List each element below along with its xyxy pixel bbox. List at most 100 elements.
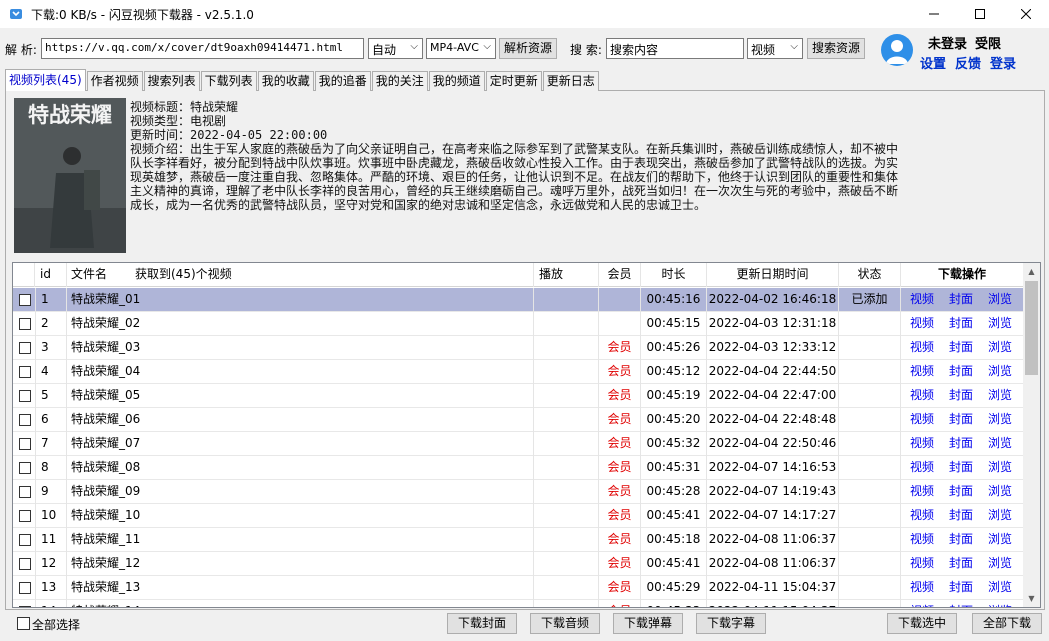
row-cover-link[interactable]: 封面	[949, 408, 973, 431]
tab-search-list[interactable]: 搜索列表	[143, 71, 200, 91]
row-browse-link[interactable]: 浏览	[988, 336, 1012, 359]
row-video-link[interactable]: 视频	[910, 360, 934, 383]
login-link[interactable]: 登录	[990, 53, 1016, 72]
header-play[interactable]: 播放	[534, 263, 599, 287]
row-video-link[interactable]: 视频	[910, 456, 934, 479]
row-play[interactable]	[534, 360, 599, 384]
row-checkbox[interactable]	[19, 534, 31, 546]
row-cover-link[interactable]: 封面	[949, 576, 973, 599]
header-status[interactable]: 状态	[839, 263, 901, 287]
row-video-link[interactable]: 视频	[910, 384, 934, 407]
format-select[interactable]: MP4-AVC ⌵	[426, 38, 496, 59]
row-checkbox[interactable]	[19, 462, 31, 474]
header-id[interactable]: id	[35, 263, 67, 287]
row-checkbox[interactable]	[19, 582, 31, 594]
row-play[interactable]	[534, 432, 599, 456]
row-video-link[interactable]: 视频	[910, 288, 934, 311]
header-filename[interactable]: 文件名 获取到(45)个视频	[67, 263, 534, 287]
row-video-link[interactable]: 视频	[910, 432, 934, 455]
row-browse-link[interactable]: 浏览	[988, 480, 1012, 503]
row-cover-link[interactable]: 封面	[949, 312, 973, 335]
row-play[interactable]	[534, 456, 599, 480]
row-cover-link[interactable]: 封面	[949, 360, 973, 383]
row-video-link[interactable]: 视频	[910, 504, 934, 527]
row-cover-link[interactable]: 封面	[949, 432, 973, 455]
url-input[interactable]: https://v.qq.com/x/cover/dt9oaxh09414471…	[41, 38, 364, 59]
row-checkbox[interactable]	[19, 294, 31, 306]
row-cover-link[interactable]: 封面	[949, 480, 973, 503]
table-row[interactable]: 12 特战荣耀_12 会员 00:45:41 2022-04-08 11:06:37 视频…	[13, 552, 1024, 576]
row-browse-link[interactable]: 浏览	[988, 384, 1012, 407]
scroll-thumb[interactable]	[1025, 281, 1038, 375]
table-row[interactable]: 14特战荣耀_14 会员00:45:332022-04-11 15:04:37 视频…	[13, 600, 1024, 607]
row-video-link[interactable]: 视频	[910, 600, 934, 607]
row-play[interactable]	[534, 312, 599, 336]
row-play[interactable]	[534, 288, 599, 312]
header-updated[interactable]: 更新日期时间	[707, 263, 839, 287]
row-cover-link[interactable]: 封面	[949, 552, 973, 575]
tab-download-list[interactable]: 下载列表	[200, 71, 257, 91]
row-browse-link[interactable]: 浏览	[988, 288, 1012, 311]
download-cover-button[interactable]: 下载封面	[447, 613, 517, 634]
tab-scheduled-update[interactable]: 定时更新	[485, 71, 542, 91]
row-play[interactable]	[534, 504, 599, 528]
header-vip[interactable]: 会员	[599, 263, 641, 287]
download-audio-button[interactable]: 下载音频	[530, 613, 600, 634]
table-row[interactable]: 11 特战荣耀_11 会员 00:45:18 2022-04-08 11:06:37 视频…	[13, 528, 1024, 552]
row-play[interactable]	[534, 384, 599, 408]
maximize-icon[interactable]	[957, 0, 1003, 28]
row-cover-link[interactable]: 封面	[949, 456, 973, 479]
download-danmaku-button[interactable]: 下载弹幕	[613, 613, 683, 634]
row-checkbox[interactable]	[19, 606, 31, 607]
row-checkbox[interactable]	[19, 342, 31, 354]
row-play[interactable]	[534, 600, 599, 607]
table-row[interactable]: 3 特战荣耀_03 会员 00:45:26 2022-04-03 12:33:12 视频封…	[13, 336, 1024, 360]
tab-video-list[interactable]: 视频列表(45)	[5, 69, 86, 91]
download-selected-button[interactable]: 下载选中	[887, 613, 957, 634]
search-type-select[interactable]: 视频 ⌵	[747, 38, 803, 59]
row-browse-link[interactable]: 浏览	[988, 576, 1012, 599]
tab-favorites[interactable]: 我的收藏	[257, 71, 314, 91]
row-cover-link[interactable]: 封面	[949, 288, 973, 311]
parse-button[interactable]: 解析资源	[499, 38, 557, 59]
row-cover-link[interactable]: 封面	[949, 336, 973, 359]
select-all-checkbox[interactable]	[17, 617, 30, 630]
row-cover-link[interactable]: 封面	[949, 384, 973, 407]
row-play[interactable]	[534, 552, 599, 576]
row-video-link[interactable]: 视频	[910, 576, 934, 599]
row-cover-link[interactable]: 封面	[949, 504, 973, 527]
table-row[interactable]: 4 特战荣耀_04 会员 00:45:12 2022-04-04 22:44:50 视频封…	[13, 360, 1024, 384]
search-button[interactable]: 搜索资源	[807, 38, 865, 59]
row-checkbox[interactable]	[19, 486, 31, 498]
search-input[interactable]: 搜索内容	[606, 38, 744, 59]
parse-mode-select[interactable]: 自动 ⌵	[368, 38, 423, 59]
row-browse-link[interactable]: 浏览	[988, 432, 1012, 455]
tab-author-videos[interactable]: 作者视频	[86, 71, 143, 91]
settings-link[interactable]: 设置	[920, 53, 946, 72]
table-row[interactable]: 2 特战荣耀_02 00:45:15 2022-04-03 12:31:18 视频 封面浏…	[13, 312, 1024, 336]
download-all-button[interactable]: 全部下载	[972, 613, 1042, 634]
row-checkbox[interactable]	[19, 366, 31, 378]
table-row[interactable]: 13 特战荣耀_13 会员 00:45:29 2022-04-11 15:04:37 视频…	[13, 576, 1024, 600]
row-browse-link[interactable]: 浏览	[988, 504, 1012, 527]
close-icon[interactable]	[1003, 0, 1049, 28]
row-video-link[interactable]: 视频	[910, 408, 934, 431]
table-row[interactable]: 5 特战荣耀_05 会员 00:45:19 2022-04-04 22:47:00 视频封…	[13, 384, 1024, 408]
row-play[interactable]	[534, 480, 599, 504]
download-subtitle-button[interactable]: 下载字幕	[696, 613, 766, 634]
row-play[interactable]	[534, 576, 599, 600]
row-video-link[interactable]: 视频	[910, 552, 934, 575]
row-video-link[interactable]: 视频	[910, 312, 934, 335]
scroll-down-icon[interactable]: ▼	[1023, 590, 1040, 607]
tab-changelog[interactable]: 更新日志	[542, 71, 599, 91]
row-browse-link[interactable]: 浏览	[988, 360, 1012, 383]
row-play[interactable]	[534, 528, 599, 552]
table-row[interactable]: 9 特战荣耀_09 会员 00:45:28 2022-04-07 14:19:43 视频封…	[13, 480, 1024, 504]
tab-following-shows[interactable]: 我的追番	[314, 71, 371, 91]
table-row[interactable]: 10 特战荣耀_10 会员 00:45:41 2022-04-07 14:17:27 视频…	[13, 504, 1024, 528]
row-browse-link[interactable]: 浏览	[988, 552, 1012, 575]
row-checkbox[interactable]	[19, 390, 31, 402]
row-play[interactable]	[534, 408, 599, 432]
header-duration[interactable]: 时长	[641, 263, 707, 287]
table-row[interactable]: 1 特战荣耀_01 00:45:16 2022-04-02 16:46:18 已添加 视频…	[13, 288, 1024, 312]
